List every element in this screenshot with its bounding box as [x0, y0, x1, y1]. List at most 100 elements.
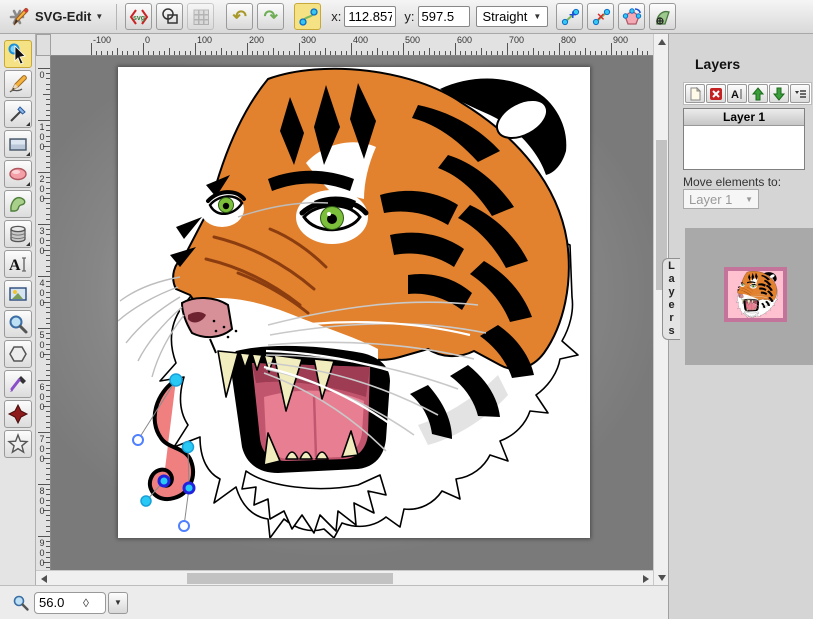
zoom-input-box[interactable]: ◊	[34, 592, 106, 614]
undo-button[interactable]: ↶	[226, 3, 253, 30]
y-input[interactable]	[418, 6, 470, 27]
wireframe-button[interactable]	[156, 3, 183, 30]
path-node[interactable]	[141, 496, 151, 506]
zoom-spinner-icon[interactable]: ◊	[83, 596, 89, 610]
open-path-icon	[622, 7, 642, 27]
svg-edit-logo-icon	[7, 5, 31, 29]
red-cross-icon	[7, 403, 29, 425]
delete-node-icon: ×	[591, 7, 611, 27]
source-code-button[interactable]: svg	[125, 3, 152, 30]
layer-thumbnail-image	[728, 271, 783, 318]
arrow-up-icon	[658, 39, 666, 45]
svg-canvas[interactable]	[118, 67, 590, 538]
zoom-dropdown-button[interactable]: ▼	[108, 592, 128, 614]
horizontal-scroll-thumb[interactable]	[187, 573, 393, 584]
zoom-tool-button[interactable]	[4, 310, 32, 338]
text-tool-button[interactable]: A	[4, 250, 32, 278]
flyout-marker	[26, 152, 30, 156]
flyout-marker	[26, 182, 30, 186]
shape-library-button[interactable]	[4, 220, 32, 248]
eyedropper-icon	[7, 373, 29, 395]
star-tool-button[interactable]	[4, 430, 32, 458]
layer-menu-icon	[793, 87, 807, 101]
status-bar: ◊ ▼	[0, 585, 668, 619]
tiger-thumbnail-svg	[728, 271, 783, 318]
scroll-right-button[interactable]	[638, 571, 653, 586]
scroll-left-button[interactable]	[36, 571, 51, 586]
pencil-icon	[7, 73, 29, 95]
path-tool-button[interactable]	[4, 190, 32, 218]
arrow-left-icon	[41, 575, 47, 583]
layer-list: Layer 1	[683, 108, 805, 170]
move-elements-select[interactable]: Layer 1 ▼	[683, 189, 759, 209]
segment-type-value: Straight	[483, 9, 528, 24]
path-node[interactable]	[183, 442, 194, 453]
ellipse-tool-button[interactable]	[4, 160, 32, 188]
eyedropper-tool-button[interactable]	[4, 370, 32, 398]
layers-collapse-tab[interactable]: Layers	[662, 258, 680, 340]
move-layer-down-button[interactable]	[769, 84, 789, 103]
rect-tool-button[interactable]	[4, 130, 32, 158]
ruler-corner	[36, 34, 51, 56]
undo-icon: ↶	[233, 8, 247, 25]
convert-to-path-button[interactable]	[649, 3, 676, 30]
move-elements-value: Layer 1	[689, 192, 732, 207]
rename-layer-button[interactable]: A	[727, 84, 747, 103]
hexagon-icon	[7, 343, 29, 365]
connector-tool-button[interactable]	[4, 400, 32, 428]
path-node-selected[interactable]	[184, 483, 194, 493]
main-menu-button[interactable]: SVG-Edit ▼	[4, 2, 110, 32]
zoom-magnifier-icon	[12, 594, 30, 612]
arrow-right-icon	[643, 575, 649, 583]
scroll-up-button[interactable]	[654, 34, 669, 49]
new-layer-button[interactable]	[685, 84, 705, 103]
x-label: x:	[331, 9, 341, 24]
new-layer-icon	[688, 87, 702, 101]
flyout-marker	[26, 242, 30, 246]
select-tool-button[interactable]	[4, 40, 32, 68]
move-layer-up-button[interactable]	[748, 84, 768, 103]
layers-title: Layers	[695, 56, 740, 72]
path-node-selected[interactable]	[159, 476, 169, 486]
flyout-marker	[26, 122, 30, 126]
layer-up-icon	[751, 87, 765, 101]
scroll-down-button[interactable]	[654, 570, 669, 585]
y-label: y:	[404, 9, 414, 24]
convert-path-icon	[653, 7, 673, 27]
layers-tab-label: Layers	[666, 260, 678, 338]
grid-button[interactable]	[187, 3, 214, 30]
svg-source-icon: svg	[129, 7, 149, 27]
node-edit-mode-button[interactable]	[294, 3, 321, 30]
zoom-input[interactable]	[39, 595, 83, 610]
svg-text:A: A	[9, 257, 21, 274]
pencil-tool-button[interactable]	[4, 70, 32, 98]
delete-node-button[interactable]: ×	[587, 3, 614, 30]
tools-sidebar: A	[0, 34, 36, 619]
delete-layer-button[interactable]	[706, 84, 726, 103]
add-node-button[interactable]: +	[556, 3, 583, 30]
canvas-workspace[interactable]	[51, 56, 653, 570]
line-tool-button[interactable]	[4, 100, 32, 128]
image-tool-button[interactable]	[4, 280, 32, 308]
segment-type-select[interactable]: Straight ▼	[476, 6, 549, 27]
horizontal-scrollbar[interactable]	[36, 570, 653, 585]
layer-row-selected[interactable]: Layer 1	[684, 109, 804, 126]
path-ctrl-handle[interactable]	[133, 435, 143, 445]
layer-thumbnail[interactable]	[724, 267, 787, 322]
x-input[interactable]	[344, 6, 396, 27]
layers-panel: Layers Layers A	[668, 34, 813, 619]
path-node[interactable]	[170, 374, 182, 386]
open-close-path-button[interactable]	[618, 3, 645, 30]
svg-text:A: A	[731, 89, 739, 101]
layer-toolbar: A	[683, 82, 812, 105]
app-title: SVG-Edit	[35, 9, 91, 24]
move-elements-label: Move elements to:	[683, 175, 781, 189]
redo-button[interactable]: ↷	[257, 3, 284, 30]
path-node-icon	[298, 7, 318, 27]
select-arrow-icon	[7, 43, 29, 65]
path-ctrl-handle[interactable]	[179, 521, 189, 531]
path-shape-icon	[7, 193, 29, 215]
polygon-tool-button[interactable]	[4, 340, 32, 368]
svg-edit-app: { "app": { "name": "SVG-Edit" }, "topbar…	[0, 0, 813, 619]
layer-menu-button[interactable]	[790, 84, 810, 103]
